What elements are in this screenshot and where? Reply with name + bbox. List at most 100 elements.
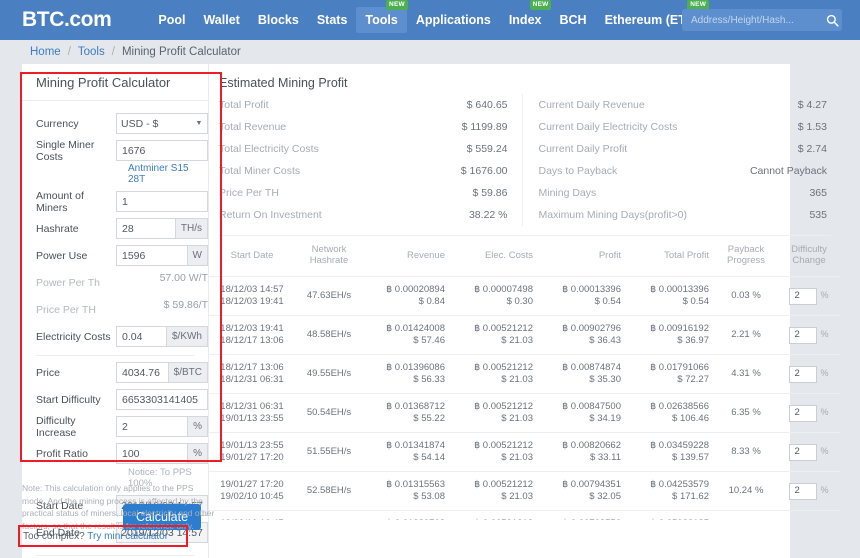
calculation-note: Note: This calculation only applies to t… bbox=[22, 482, 218, 532]
cell-revenue: ฿ 0.01424008$ 57.46 bbox=[363, 316, 451, 355]
nav-item-label: Pool bbox=[158, 13, 185, 27]
difficulty-change-input[interactable]: 2 bbox=[789, 444, 817, 461]
nav-item-pool[interactable]: Pool bbox=[149, 7, 194, 33]
cell-difficulty-change: 2% bbox=[777, 472, 841, 511]
table-row: 19/01/13 23:5519/01/27 17:2051.55EH/s฿ 0… bbox=[209, 433, 841, 472]
summary-value: 365 bbox=[809, 187, 827, 199]
cell-payback-progress-line: 0.03 % bbox=[721, 290, 771, 302]
cell-total-profit: ฿ 0.02638566$ 106.46 bbox=[627, 394, 715, 433]
cell-total-profit-line: ฿ 0.01791066 bbox=[633, 362, 709, 374]
breadcrumb-item-0[interactable]: Home bbox=[30, 46, 61, 58]
search-input[interactable] bbox=[682, 15, 823, 26]
profit-ratio-label: Profit Ratio bbox=[36, 448, 116, 460]
field-row-price-per-th: Price Per TH $ 59.86/T bbox=[36, 299, 208, 320]
difficulty-change-input[interactable]: 2 bbox=[789, 405, 817, 422]
price-per-th-label: Price Per TH bbox=[36, 304, 116, 316]
cell-start-date: 19/01/27 17:2019/02/10 10:45 bbox=[209, 472, 295, 511]
difficulty-change-unit: % bbox=[820, 329, 828, 339]
price-per-th-value: $ 59.86/T bbox=[116, 299, 208, 320]
summary-value: $ 2.74 bbox=[798, 143, 827, 155]
summary-row: Current Daily Revenue$ 4.27 bbox=[539, 94, 828, 116]
amount-of-miners-field[interactable] bbox=[116, 191, 208, 212]
search-icon[interactable] bbox=[823, 14, 842, 27]
miner-model-link[interactable]: Antminer S15 28T bbox=[128, 163, 208, 185]
power-use-field[interactable]: W bbox=[116, 245, 208, 266]
breadcrumb-item-1[interactable]: Tools bbox=[78, 46, 105, 58]
column-header-total-profit: Total Profit bbox=[627, 236, 715, 277]
difficulty-increase-input[interactable] bbox=[117, 417, 187, 436]
nav-item-tools[interactable]: ToolsNEW bbox=[356, 7, 406, 33]
start-difficulty-input[interactable] bbox=[117, 390, 207, 409]
site-logo[interactable]: BTC.com bbox=[22, 8, 111, 32]
cell-profit-line: ฿ 0.00847500 bbox=[545, 401, 621, 413]
difficulty-change-unit: % bbox=[820, 290, 828, 300]
hashrate-label: Hashrate bbox=[36, 223, 116, 235]
cell-elec-costs-line: ฿ 0.00521212 bbox=[457, 323, 533, 335]
mini-calculator-link[interactable]: Try mini calculator bbox=[87, 531, 168, 542]
amount-of-miners-input[interactable] bbox=[117, 192, 207, 211]
profit-ratio-field[interactable]: % bbox=[116, 443, 208, 464]
cell-total-profit: ฿ 0.04253579$ 171.62 bbox=[627, 472, 715, 511]
nav-item-index[interactable]: IndexNEW bbox=[500, 7, 551, 33]
profit-ratio-input[interactable] bbox=[117, 444, 187, 463]
single-miner-costs-label: Single Miner Costs bbox=[36, 139, 116, 163]
panel-title: Mining Profit Calculator bbox=[22, 64, 208, 101]
cell-profit-line: ฿ 0.00902796 bbox=[545, 323, 621, 335]
hashrate-field[interactable]: TH/s bbox=[116, 218, 208, 239]
cell-total-profit-line: ฿ 0.04253579 bbox=[633, 479, 709, 491]
cell-elec-costs-line: ฿ 0.00521212 bbox=[457, 440, 533, 452]
cell-profit-line: ฿ 0.00013396 bbox=[545, 284, 621, 296]
cell-network-hashrate-line: 48.58EH/s bbox=[301, 329, 357, 341]
single-miner-costs-field[interactable] bbox=[116, 140, 208, 161]
column-header-payback-progress: Payback Progress bbox=[715, 236, 777, 277]
summary-row: Total Profit$ 640.65 bbox=[219, 94, 508, 116]
price-input[interactable] bbox=[117, 363, 168, 382]
cell-profit: ฿ 0.00820662$ 33.11 bbox=[539, 433, 627, 472]
nav-item-stats[interactable]: Stats bbox=[308, 7, 357, 33]
results-table-head: Start DateNetwork HashrateRevenueElec. C… bbox=[209, 236, 841, 277]
cell-network-hashrate: 50.54EH/s bbox=[295, 394, 363, 433]
difficulty-change-input[interactable]: 2 bbox=[789, 288, 817, 305]
nav-item-blocks[interactable]: Blocks bbox=[249, 7, 308, 33]
difficulty-change-input[interactable]: 2 bbox=[789, 366, 817, 383]
cell-payback-progress-line: 6.35 % bbox=[721, 407, 771, 419]
electricity-costs-label: Electricity Costs bbox=[36, 331, 116, 343]
cell-payback-progress: 6.35 % bbox=[715, 394, 777, 433]
difficulty-change-unit: % bbox=[820, 407, 828, 417]
summary-row: Days to PaybackCannot Payback bbox=[539, 160, 828, 182]
nav-item-bch[interactable]: BCH bbox=[550, 7, 595, 33]
summary-key: Current Daily Revenue bbox=[539, 99, 645, 111]
hashrate-input[interactable] bbox=[117, 219, 175, 238]
summary-key: Current Daily Electricity Costs bbox=[539, 121, 678, 133]
cell-difficulty-change: 2% bbox=[777, 394, 841, 433]
nav-item-label: Wallet bbox=[203, 13, 239, 27]
results-table-scroll[interactable]: Start DateNetwork HashrateRevenueElec. C… bbox=[209, 236, 841, 520]
currency-select[interactable]: USD - $ ▼ bbox=[116, 113, 208, 134]
currency-select-control[interactable]: USD - $ bbox=[117, 114, 191, 133]
cell-total-profit-line: $ 106.46 bbox=[633, 413, 709, 425]
start-difficulty-field[interactable] bbox=[116, 389, 208, 410]
single-miner-costs-input[interactable] bbox=[117, 141, 207, 160]
cell-revenue-line: $ 55.22 bbox=[369, 413, 445, 425]
difficulty-change-input[interactable]: 2 bbox=[789, 483, 817, 500]
cell-revenue-line: ฿ 0.00020894 bbox=[369, 284, 445, 296]
summary-column-right: Current Daily Revenue$ 4.27Current Daily… bbox=[523, 94, 828, 226]
electricity-costs-field[interactable]: $/KWh bbox=[116, 326, 208, 347]
nav-item-wallet[interactable]: Wallet bbox=[194, 7, 248, 33]
cell-profit-line: ฿ 0.00874874 bbox=[545, 362, 621, 374]
cell-difficulty-change: 2% bbox=[777, 511, 841, 521]
price-field[interactable]: $/BTC bbox=[116, 362, 208, 383]
nav-item-label: BCH bbox=[559, 13, 586, 27]
power-use-input[interactable] bbox=[117, 246, 187, 265]
difficulty-change-input[interactable]: 2 bbox=[789, 327, 817, 344]
field-row-electricity-costs: Electricity Costs $/KWh bbox=[36, 326, 208, 347]
cell-total-profit-line: ฿ 0.05022135 bbox=[633, 518, 709, 520]
too-complex-line: Too complex? Try mini calculator bbox=[23, 531, 168, 542]
difficulty-increase-field[interactable]: % bbox=[116, 416, 208, 437]
form-divider bbox=[36, 355, 194, 356]
cell-profit-line: $ 36.43 bbox=[545, 335, 621, 347]
electricity-costs-input[interactable] bbox=[117, 327, 166, 346]
nav-item-applications[interactable]: Applications bbox=[407, 7, 500, 33]
search-box[interactable] bbox=[682, 9, 842, 31]
summary-key: Mining Days bbox=[539, 187, 597, 199]
